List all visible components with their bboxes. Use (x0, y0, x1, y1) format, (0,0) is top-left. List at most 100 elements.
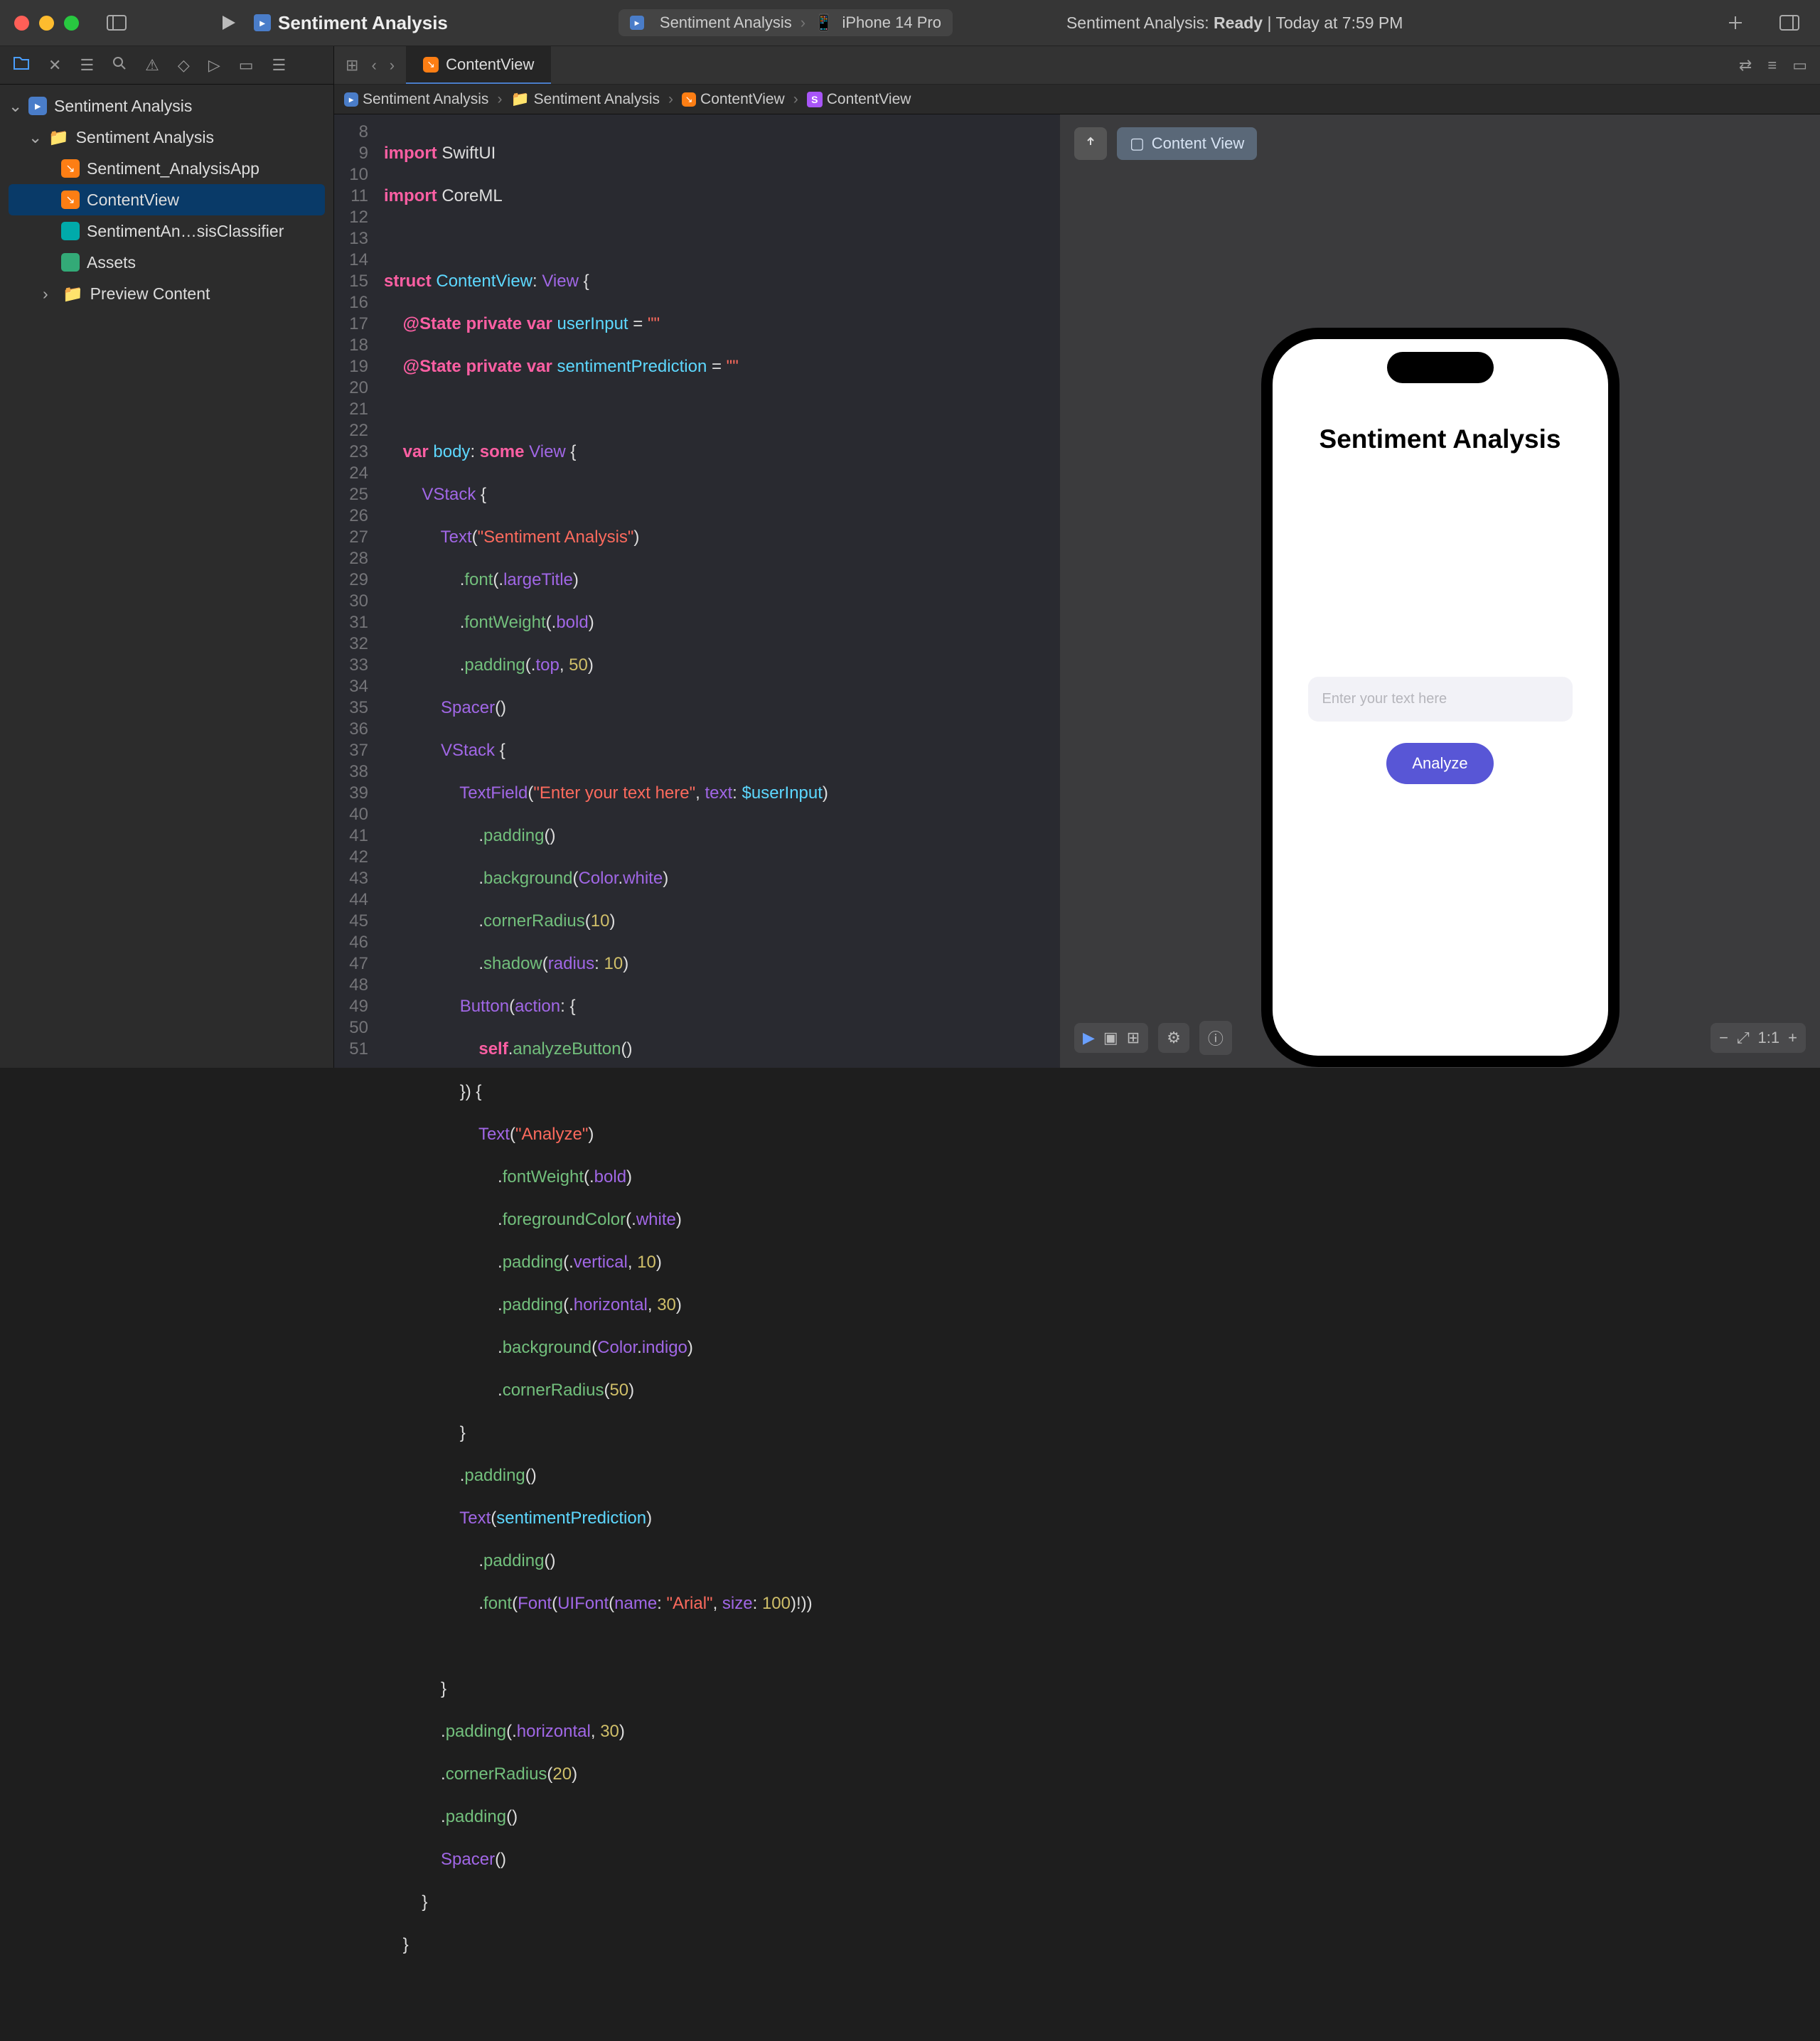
line-gutter: 8910111213141516171819202122232425262728… (334, 114, 377, 1068)
scheme-name: Sentiment Analysis (660, 14, 792, 32)
reload-icon[interactable]: ⇄ (1739, 56, 1752, 75)
breakpoint-navigator-tab[interactable]: ▭ (239, 56, 254, 75)
code-body[interactable]: import SwiftUI import CoreML struct Cont… (377, 114, 1060, 1068)
scheme-selector[interactable]: ▸ Sentiment Analysis › 📱 iPhone 14 Pro (619, 9, 953, 36)
close-window-button[interactable] (14, 16, 29, 31)
jump-seg-0[interactable]: Sentiment Analysis (363, 91, 488, 108)
chevron-down-icon[interactable]: ⌄ (9, 97, 21, 116)
variants-preview-icon[interactable]: ⊞ (1127, 1029, 1140, 1047)
related-items-icon[interactable]: ⊞ (346, 56, 358, 75)
info-icon[interactable]: ⓘ (1208, 1027, 1224, 1049)
tree-file-label: ContentView (87, 191, 179, 210)
toggle-sidebar-icon[interactable] (106, 12, 127, 33)
live-preview-icon[interactable]: ▶ (1083, 1029, 1095, 1047)
minimize-window-button[interactable] (39, 16, 54, 31)
chevron-down-icon[interactable]: ⌄ (28, 128, 41, 147)
dynamic-island (1387, 352, 1494, 383)
project-icon: ▸ (28, 97, 47, 115)
jump-bar[interactable]: ▸ Sentiment Analysis › 📁 Sentiment Analy… (334, 85, 1820, 114)
test-navigator-tab[interactable]: ◇ (178, 56, 190, 75)
swift-file-icon: ↘ (61, 191, 80, 209)
source-control-navigator-tab[interactable]: ✕ (48, 56, 61, 75)
navigator-tabs: ✕ ☰ ⚠ ◇ ▷ ▭ ☰ (0, 46, 333, 85)
debug-navigator-tab[interactable]: ▷ (208, 56, 220, 75)
navigate-back-icon[interactable]: ‹ (371, 56, 376, 75)
struct-icon: S (807, 92, 823, 107)
folder-icon: 📁 (48, 128, 69, 147)
preview-canvas[interactable]: ▢ Content View Sentiment Analysis Enter … (1060, 114, 1820, 1068)
library-icon[interactable] (1779, 12, 1800, 33)
chevron-right-icon: › (801, 14, 805, 32)
project-icon: ▸ (344, 92, 358, 107)
toggle-canvas-icon[interactable]: ▭ (1792, 56, 1807, 75)
symbol-navigator-tab[interactable]: ☰ (80, 56, 94, 75)
tree-file-label: Sentiment_AnalysisApp (87, 159, 259, 178)
preview-label: Content View (1152, 134, 1244, 153)
tree-file-label: SentimentAn…sisClassifier (87, 222, 284, 241)
window-controls (14, 16, 79, 31)
project-navigator-tab[interactable] (13, 56, 30, 75)
preview-mode-controls[interactable]: ▶ ▣ ⊞ (1074, 1023, 1148, 1053)
swift-file-icon: ↘ (423, 57, 439, 73)
project-tree: ⌄ ▸ Sentiment Analysis ⌄ 📁 Sentiment Ana… (0, 85, 333, 315)
tab-bar: ⊞ ‹ › ↘ ContentView ⇄ ≡ ▭ (334, 46, 1820, 85)
project-icon: ▸ (254, 14, 271, 31)
code-editor[interactable]: 8910111213141516171819202122232425262728… (334, 114, 1060, 1068)
issue-navigator-tab[interactable]: ⚠ (145, 56, 159, 75)
mlmodel-icon (61, 222, 80, 240)
tree-preview-content[interactable]: › 📁 Preview Content (0, 278, 333, 309)
navigate-forward-icon[interactable]: › (390, 56, 395, 75)
tree-file-label: Assets (87, 253, 136, 272)
device-screen[interactable]: Sentiment Analysis Enter your text here … (1273, 339, 1608, 1056)
folder-icon: 📁 (510, 91, 529, 108)
zoom-out-icon[interactable]: − (1719, 1029, 1728, 1047)
preview-analyze-button[interactable]: Analyze (1386, 743, 1493, 784)
swift-file-icon: ↘ (61, 159, 80, 178)
jump-seg-3[interactable]: ContentView (827, 91, 911, 108)
file-tab-active[interactable]: ↘ ContentView (406, 46, 551, 84)
run-button[interactable] (218, 12, 240, 33)
chevron-right-icon: › (497, 91, 502, 108)
preview-info-control[interactable]: ⓘ (1199, 1021, 1232, 1055)
device-settings-icon[interactable]: ⚙ (1167, 1029, 1181, 1047)
device-frame: Sentiment Analysis Enter your text here … (1261, 328, 1620, 1067)
device-name: iPhone 14 Pro (842, 14, 941, 32)
tree-assets[interactable]: Assets (0, 247, 333, 278)
scheme-icon: ▸ (630, 16, 644, 30)
find-navigator-tab[interactable] (112, 56, 127, 75)
tree-file-classifier[interactable]: SentimentAn…sisClassifier (0, 215, 333, 247)
tree-file-contentview[interactable]: ↘ ContentView (9, 184, 325, 215)
chevron-right-icon[interactable]: › (43, 284, 55, 304)
jump-seg-1[interactable]: Sentiment Analysis (534, 91, 660, 108)
zoom-fit-icon[interactable]: ⤢ (1737, 1029, 1750, 1047)
tree-file-app[interactable]: ↘ Sentiment_AnalysisApp (0, 153, 333, 184)
minimap-icon[interactable]: ≡ (1767, 56, 1777, 75)
preview-title-label: Sentiment Analysis (1301, 424, 1580, 454)
device-settings-control[interactable]: ⚙ (1158, 1023, 1189, 1053)
zoom-controls[interactable]: − ⤢ 1:1 + (1711, 1023, 1806, 1053)
preview-label-chip[interactable]: ▢ Content View (1117, 127, 1257, 160)
zoom-window-button[interactable] (64, 16, 79, 31)
device-icon: 📱 (814, 14, 833, 32)
navigator-sidebar: ✕ ☰ ⚠ ◇ ▷ ▭ ☰ ⌄ ▸ Sentiment Analysis ⌄ 📁… (0, 46, 334, 1068)
editor-area: ⊞ ‹ › ↘ ContentView ⇄ ≡ ▭ ▸ Sentiment An… (334, 46, 1820, 1068)
folder-icon: 📁 (63, 284, 83, 304)
tree-file-label: Preview Content (90, 284, 210, 304)
pin-preview-button[interactable] (1074, 127, 1107, 160)
chevron-right-icon: › (668, 91, 673, 108)
zoom-in-icon[interactable]: + (1788, 1029, 1797, 1047)
selectable-preview-icon[interactable]: ▣ (1103, 1029, 1118, 1047)
report-navigator-tab[interactable]: ☰ (272, 56, 287, 75)
preview-icon: ▢ (1130, 134, 1145, 153)
chevron-right-icon: › (793, 91, 798, 108)
tab-label: ContentView (446, 55, 534, 74)
assets-icon (61, 253, 80, 272)
status-prefix: Sentiment Analysis: (1066, 14, 1209, 32)
zoom-actual-icon[interactable]: 1:1 (1758, 1029, 1780, 1047)
add-icon[interactable] (1725, 12, 1746, 33)
tree-root[interactable]: ⌄ ▸ Sentiment Analysis (0, 90, 333, 122)
tree-group[interactable]: ⌄ 📁 Sentiment Analysis (0, 122, 333, 153)
preview-textfield[interactable]: Enter your text here (1308, 677, 1573, 722)
jump-seg-2[interactable]: ContentView (700, 91, 785, 108)
activity-status: Sentiment Analysis: Ready | Today at 7:5… (1066, 14, 1403, 33)
